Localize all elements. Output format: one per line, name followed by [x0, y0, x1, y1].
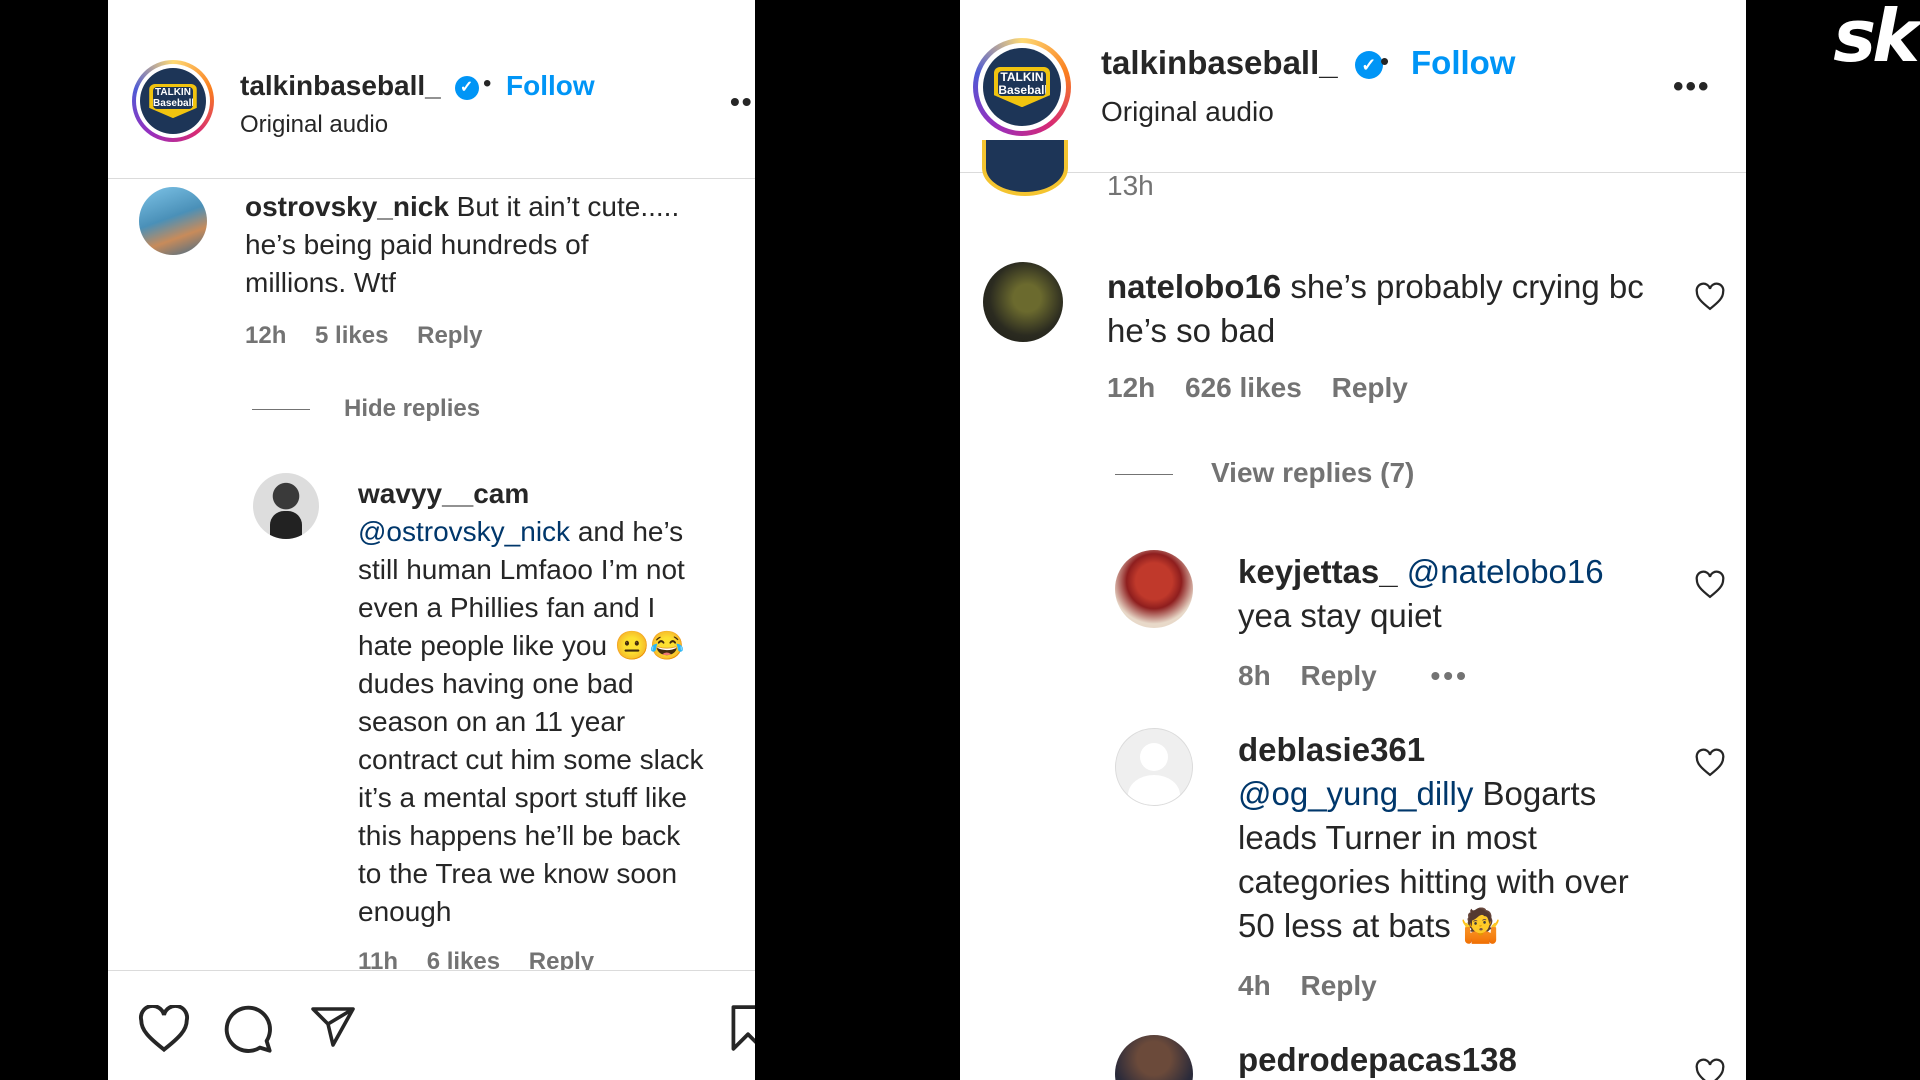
hide-replies-button[interactable]: Hide replies [252, 395, 480, 423]
reply-text: contract cut him some slack [358, 744, 704, 775]
talkinbaseball-logo: TALKIN Baseball [983, 48, 1061, 126]
reply-avatar[interactable] [253, 473, 319, 539]
sk-watermark-logo: sk [1833, 0, 1920, 78]
reply-avatar[interactable] [1115, 1035, 1193, 1080]
comment-likes[interactable]: 626 likes [1185, 372, 1302, 403]
mention-link[interactable]: @natelobo16 [1407, 553, 1604, 590]
talkinbaseball-logo: TALKIN Baseball [140, 68, 206, 134]
reply-text: categories hitting with over [1238, 863, 1629, 900]
reply-username[interactable]: wavyy__cam [358, 478, 529, 509]
reply-meta: 8h Reply ••• [1238, 660, 1491, 692]
post-username[interactable]: talkinbaseball_ ✓ [240, 70, 479, 102]
reply-text: and he’s [570, 516, 684, 547]
comment-ostrovsky: ostrovsky_nick But it ain’t cute..... he… [245, 188, 725, 302]
reply-button[interactable]: Reply [417, 322, 482, 349]
comment-username[interactable]: ostrovsky_nick [245, 191, 449, 222]
reply-text: even a Phillies fan and I [358, 592, 656, 623]
reply-meta: 4h Reply [1238, 970, 1399, 1002]
separator-dot: • [483, 70, 492, 97]
reply-button[interactable]: Reply [1300, 660, 1376, 691]
reply-time[interactable]: 4h [1238, 970, 1271, 1001]
reply-username[interactable]: deblasie361 [1238, 731, 1425, 768]
reply-text: enough [358, 896, 452, 927]
reply-text: hate people like you 😐😂 [358, 630, 685, 661]
reply-deblasie361: deblasie361 @og_yung_dilly Bogarts leads… [1238, 728, 1688, 948]
reply-text: dudes having one bad [358, 668, 634, 699]
partial-comment-time: 13h [1107, 170, 1154, 201]
separator-dot: • [1380, 46, 1390, 76]
commenter-avatar[interactable] [139, 187, 207, 255]
comment-text: millions. Wtf [245, 267, 396, 298]
reply-text: 50 less at bats 🤷 [1238, 907, 1502, 944]
comment-time[interactable]: 12h [1107, 372, 1155, 403]
original-audio-label[interactable]: Original audio [240, 111, 388, 139]
view-replies-button[interactable]: View replies (7) [1115, 457, 1414, 489]
reply-keyjettas: keyjettas_ @natelobo16 yea stay quiet [1238, 550, 1678, 638]
bookmark-icon[interactable] [728, 1003, 755, 1053]
reply-text: Bogarts [1473, 775, 1597, 812]
comment-time[interactable]: 12h [245, 322, 286, 349]
reply-username[interactable]: pedrodepacas138 [1238, 1041, 1517, 1078]
heart-icon[interactable] [1695, 748, 1725, 778]
mention-link[interactable]: @og_yung_dilly [1238, 775, 1473, 812]
reply-text: it’s a mental sport stuff like [358, 782, 687, 813]
verified-badge-icon: ✓ [454, 75, 479, 100]
more-options-icon[interactable]: ••• [1431, 660, 1469, 691]
reply-text: yea stay quiet [1238, 597, 1442, 634]
reply-text: still human Lmfaoo I’m not [358, 554, 685, 585]
reply-text: leads Turner in most [1238, 819, 1537, 856]
comment-username[interactable]: natelobo16 [1107, 268, 1281, 305]
share-icon[interactable] [308, 1003, 358, 1051]
reply-avatar[interactable] [1115, 550, 1193, 628]
reply-button[interactable]: Reply [1332, 372, 1408, 403]
comment-text: But it ain’t cute..... [456, 191, 680, 222]
mention-link[interactable]: @ostrovsky_nick [358, 516, 570, 547]
heart-icon[interactable] [1695, 282, 1725, 312]
reply-text: this happens he’ll be back [358, 820, 681, 851]
post-action-bar [108, 970, 755, 1080]
comment-likes[interactable]: 5 likes [315, 322, 388, 349]
original-audio-label[interactable]: Original audio [1101, 96, 1274, 128]
post-header: TALKIN Baseball talkinbaseball_ ✓ • Foll… [108, 28, 755, 179]
reply-button[interactable]: Reply [1300, 970, 1376, 1001]
heart-icon[interactable] [1695, 1058, 1725, 1080]
comment-meta: 12h 5 likes Reply [245, 322, 504, 350]
verified-badge-icon: ✓ [1354, 51, 1383, 80]
comment-text: he’s being paid hundreds of [245, 229, 589, 260]
more-options-icon[interactable]: •• [730, 86, 754, 118]
partial-avatar [982, 140, 1068, 196]
follow-button[interactable]: Follow [1411, 44, 1515, 82]
right-post-panel: TALKIN Baseball talkinbaseball_ ✓ • Foll… [960, 0, 1746, 1080]
profile-avatar[interactable]: TALKIN Baseball [973, 38, 1071, 136]
reply-time[interactable]: 8h [1238, 660, 1271, 691]
comment-natelobo16: natelobo16 she’s probably crying bc he’s… [1107, 265, 1677, 353]
reply-text: season on an 11 year [358, 706, 626, 737]
left-post-panel: TALKIN Baseball talkinbaseball_ ✓ • Foll… [108, 0, 755, 1080]
heart-icon[interactable] [1695, 570, 1725, 600]
post-username[interactable]: talkinbaseball_ ✓ [1101, 44, 1383, 82]
reply-username[interactable]: keyjettas_ [1238, 553, 1398, 590]
comment-meta: 12h 626 likes Reply [1107, 372, 1430, 404]
comment-text: she’s probably crying bc [1290, 268, 1644, 305]
top-divider [108, 0, 755, 29]
reply-text: to the Trea we know soon [358, 858, 678, 889]
commenter-avatar[interactable] [983, 262, 1063, 342]
profile-avatar[interactable]: TALKIN Baseball [132, 60, 214, 142]
follow-button[interactable]: Follow [506, 70, 595, 102]
post-header: TALKIN Baseball talkinbaseball_ ✓ • Foll… [960, 0, 1746, 173]
comment-icon[interactable] [222, 1003, 274, 1055]
reply-wavyy-cam: wavyy__cam @ostrovsky_nick and he’s stil… [358, 475, 748, 931]
default-avatar-icon[interactable] [1115, 728, 1193, 806]
heart-icon[interactable] [138, 1005, 190, 1053]
reply-pedrodepacas138: pedrodepacas138 [1238, 1038, 1517, 1080]
comment-text: he’s so bad [1107, 312, 1276, 349]
more-options-icon[interactable]: ••• [1673, 70, 1711, 104]
